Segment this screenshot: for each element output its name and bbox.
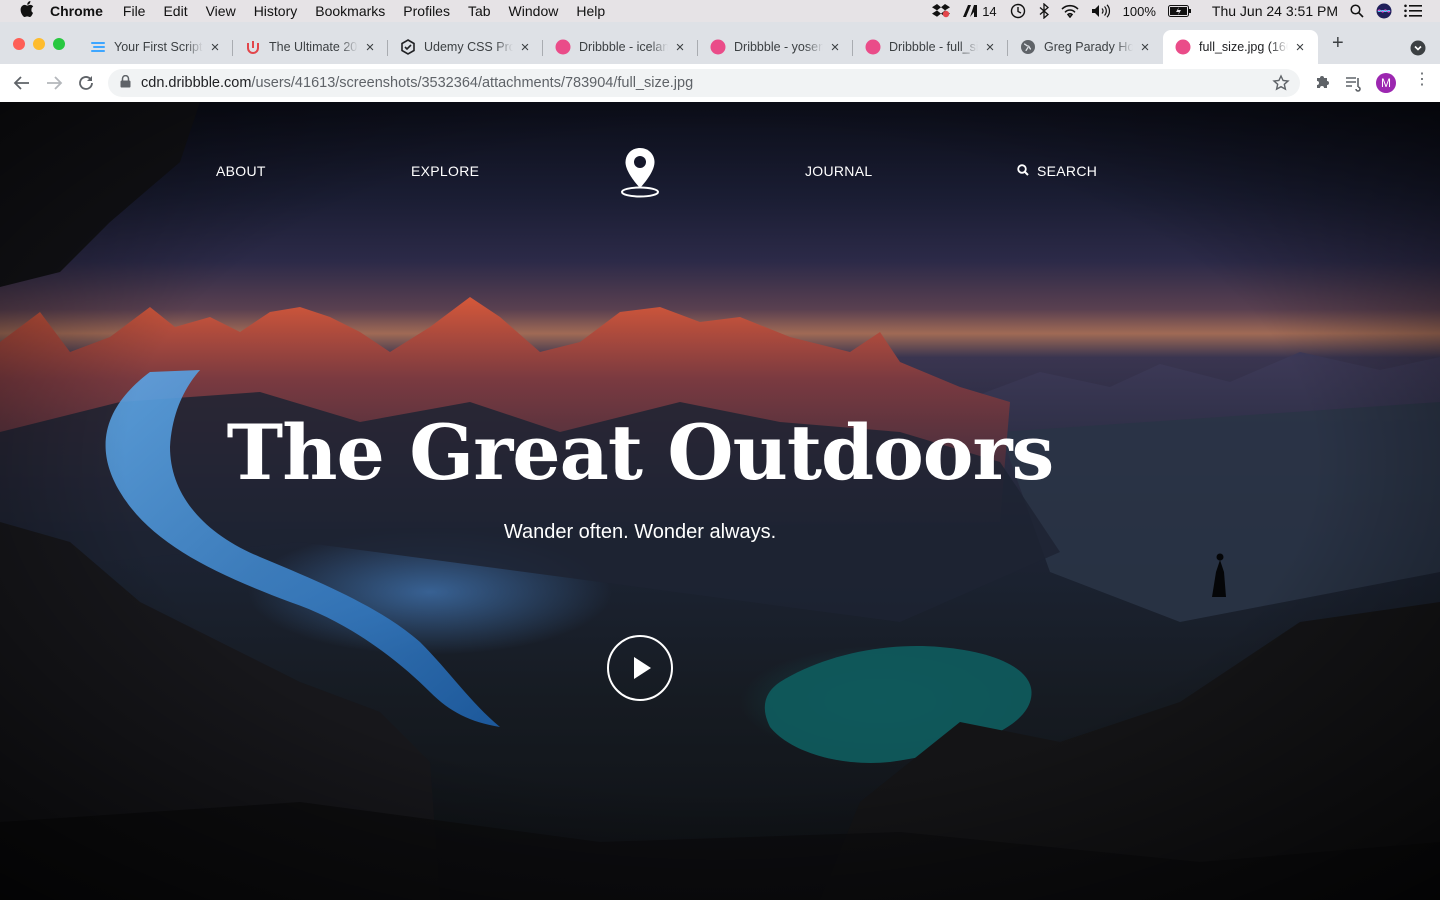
bookmark-star-icon[interactable] [1272, 74, 1290, 96]
menubar-status-area: 14 100% Thu Jun 24 3:51 PM [932, 0, 1422, 22]
reading-list-icon[interactable] [1344, 74, 1362, 97]
battery-percent[interactable]: 100% [1123, 0, 1156, 22]
browser-tab[interactable]: Dribbble - full_size × [853, 30, 1008, 64]
menu-bookmarks[interactable]: Bookmarks [315, 3, 385, 19]
close-tab-icon[interactable]: × [362, 39, 378, 56]
back-arrow-icon[interactable] [13, 74, 31, 92]
close-tab-icon[interactable]: × [672, 39, 688, 56]
browser-tab[interactable]: The Ultimate 2021 × [233, 30, 388, 64]
close-window-button[interactable] [13, 38, 25, 50]
chrome-toolbar: cdn.dribbble.com/users/41613/screenshots… [0, 64, 1440, 103]
close-tab-icon[interactable]: × [1292, 39, 1308, 56]
chrome-tab-strip: Your First Script × The Ultimate 2021 × … [0, 22, 1440, 64]
address-bar[interactable]: cdn.dribbble.com/users/41613/screenshots… [108, 69, 1300, 97]
dropbox-icon[interactable] [932, 0, 951, 22]
siri-icon[interactable] [1376, 0, 1392, 22]
lock-icon[interactable] [120, 74, 131, 92]
menu-help[interactable]: Help [576, 3, 605, 19]
play-video-button[interactable] [607, 635, 673, 701]
hero-subtitle: Wander often. Wonder always. [503, 521, 777, 543]
location-pin-logo-icon[interactable] [621, 146, 661, 203]
browser-tab[interactable]: Udemy CSS Pro × [388, 30, 543, 64]
play-icon [634, 657, 651, 679]
globe-icon [1020, 39, 1036, 55]
tab-title: full_size.jpg (1600 [1199, 40, 1288, 54]
bluetooth-icon[interactable] [1039, 0, 1049, 22]
control-center-icon[interactable] [1404, 0, 1422, 22]
time-machine-icon[interactable] [1009, 0, 1027, 22]
browser-tab[interactable]: Dribbble - yosemite × [698, 30, 853, 64]
profile-avatar[interactable]: M [1376, 73, 1396, 93]
url-host: cdn.dribbble.com [141, 75, 252, 91]
tab-title: Your First Script [114, 40, 203, 54]
browser-tab[interactable]: Your First Script × [78, 30, 233, 64]
close-tab-icon[interactable]: × [207, 39, 223, 56]
dribbble-icon [555, 39, 571, 55]
forward-arrow-icon[interactable] [45, 74, 63, 92]
tab-title: The Ultimate 2021 [269, 40, 358, 54]
menu-tab[interactable]: Tab [468, 3, 491, 19]
extensions-puzzle-icon[interactable] [1313, 74, 1331, 97]
menu-edit[interactable]: Edit [163, 3, 187, 19]
badge-icon [400, 39, 416, 55]
hero-section: ABOUT EXPLORE JOURNAL SEARCH The Great O… [0, 102, 1440, 900]
status-count: 14 [982, 3, 997, 19]
tab-title: Greg Parady Home [1044, 40, 1133, 54]
browser-tab-active[interactable]: full_size.jpg (1600 × [1163, 30, 1318, 64]
url-path: /users/41613/screenshots/3532364/attachm… [251, 75, 694, 91]
dribbble-icon [710, 39, 726, 55]
menu-history[interactable]: History [254, 3, 298, 19]
site-navigation: ABOUT EXPLORE JOURNAL SEARCH [0, 102, 1440, 242]
window-controls [13, 38, 65, 50]
search-icon [1017, 163, 1029, 179]
menu-profiles[interactable]: Profiles [403, 3, 450, 19]
tab-title: Dribbble - iceland [579, 40, 668, 54]
apple-menu-icon[interactable] [18, 1, 36, 21]
nav-journal-link[interactable]: JOURNAL [805, 163, 872, 179]
menu-file[interactable]: File [123, 3, 146, 19]
hero-title: The Great Outdoors [226, 408, 1055, 497]
tab-title: Udemy CSS Pro [424, 40, 513, 54]
dribbble-icon [865, 39, 881, 55]
nav-search-label: SEARCH [1037, 163, 1098, 179]
browser-tab[interactable]: Dribbble - iceland × [543, 30, 698, 64]
menu-view[interactable]: View [206, 3, 236, 19]
menu-app-name[interactable]: Chrome [50, 3, 103, 19]
volume-icon[interactable] [1091, 0, 1111, 22]
menu-window[interactable]: Window [509, 3, 559, 19]
new-tab-plus-icon[interactable]: + [1332, 32, 1344, 55]
more-menu-icon[interactable]: ⋮ [1414, 72, 1430, 88]
close-tab-icon[interactable]: × [1137, 39, 1153, 56]
battery-icon[interactable] [1167, 0, 1192, 22]
wifi-icon[interactable] [1061, 0, 1079, 22]
nav-about-link[interactable]: ABOUT [216, 163, 266, 179]
udemy-u-icon [245, 39, 261, 55]
dribbble-icon [1175, 39, 1191, 55]
spotlight-search-icon[interactable] [1350, 0, 1364, 22]
tab-search-icon[interactable] [1410, 40, 1426, 56]
zoom-window-button[interactable] [53, 38, 65, 50]
clock[interactable]: Thu Jun 24 3:51 PM [1212, 0, 1338, 22]
lines-icon [90, 39, 106, 55]
reload-icon[interactable] [77, 74, 95, 92]
adobe-status[interactable]: 14 [962, 0, 997, 22]
macos-menubar: Chrome File Edit View History Bookmarks … [0, 0, 1440, 22]
tab-title: Dribbble - yosemite [734, 40, 823, 54]
tab-title: Dribbble - full_size [889, 40, 978, 54]
close-tab-icon[interactable]: × [982, 39, 998, 56]
minimize-window-button[interactable] [33, 38, 45, 50]
nav-explore-link[interactable]: EXPLORE [411, 163, 479, 179]
browser-tab[interactable]: Greg Parady Home × [1008, 30, 1163, 64]
nav-search-link[interactable]: SEARCH [1017, 163, 1097, 179]
close-tab-icon[interactable]: × [827, 39, 843, 56]
close-tab-icon[interactable]: × [517, 39, 533, 56]
